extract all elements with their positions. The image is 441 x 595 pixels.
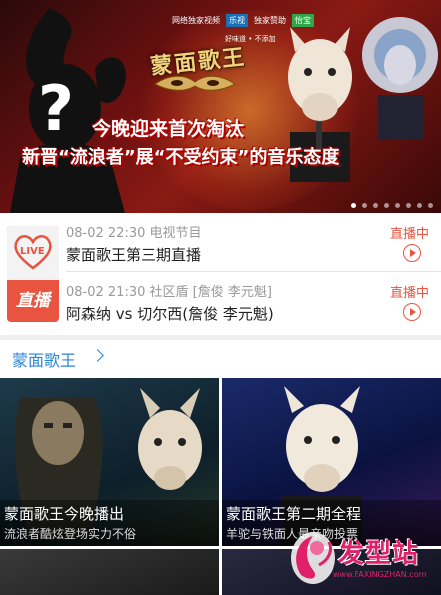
live-item-meta: 08-02 22:30 电视节目 bbox=[66, 226, 202, 241]
live-item-title[interactable]: 阿森纳 vs 切尔西(詹俊 李元魁) bbox=[66, 303, 274, 324]
watermark-text: 发型站 bbox=[338, 539, 420, 569]
partner-logo-1: 乐视 bbox=[226, 14, 248, 27]
live-badge: LIVE 直播 bbox=[7, 226, 59, 322]
live-item-meta: 08-02 21:30 社区盾 [詹俊 李元魁] bbox=[66, 285, 272, 300]
banner-subheadline: 新晋“流浪者”展“不受约束”的音乐态度 bbox=[22, 147, 340, 168]
question-mark: ? bbox=[38, 72, 74, 145]
live-item-title[interactable]: 蒙面歌王第三期直播 bbox=[66, 244, 201, 265]
carousel-dot[interactable] bbox=[428, 203, 433, 208]
watermark-url: www.FAXINGZHAN.com bbox=[333, 570, 427, 579]
banner-headline: 今晚迎来首次淘汰 bbox=[92, 118, 245, 140]
card-subtitle: 流浪者酷炫登场实力不俗 bbox=[4, 527, 137, 541]
carousel-dot[interactable] bbox=[406, 203, 411, 208]
play-icon[interactable] bbox=[403, 303, 421, 321]
carousel-dot[interactable] bbox=[395, 203, 400, 208]
partner-label-1: 网络独家视频 bbox=[172, 16, 220, 25]
live-status: 直播中 bbox=[389, 227, 429, 242]
hero-banner[interactable]: ? 网络独家视频 乐视 独家赞助 怡宝 好味道 • 不添加 蒙面歌王 今晚迎来首… bbox=[0, 0, 441, 213]
section-divider bbox=[0, 335, 441, 340]
silhouette-figure-image bbox=[10, 8, 126, 213]
video-card[interactable]: 蒙面歌王今晚播出 流浪者酷炫登场实力不俗 bbox=[0, 378, 219, 546]
carousel-dot[interactable] bbox=[351, 203, 356, 208]
carousel-dot[interactable] bbox=[362, 203, 367, 208]
live-status: 直播中 bbox=[389, 286, 429, 301]
card-title[interactable]: 蒙面歌王今晚播出 bbox=[4, 503, 124, 524]
section-title[interactable]: 蒙面歌王 bbox=[12, 347, 76, 371]
feathered-mask-singer-image bbox=[362, 17, 438, 140]
live-item[interactable]: 08-02 22:30 电视节目 蒙面歌王第三期直播 直播中 bbox=[66, 213, 441, 269]
live-item[interactable]: 08-02 21:30 社区盾 [詹俊 李元魁] 阿森纳 vs 切尔西(詹俊 李… bbox=[66, 272, 441, 328]
chevron-right-icon[interactable] bbox=[91, 349, 104, 362]
play-icon[interactable] bbox=[403, 244, 421, 262]
live-section: LIVE 直播 08-02 22:30 电视节目 蒙面歌王第三期直播 直播中 0… bbox=[0, 213, 441, 335]
live-badge-text: LIVE bbox=[20, 246, 45, 257]
live-badge-label: 直播 bbox=[16, 291, 50, 311]
carousel-dot[interactable] bbox=[417, 203, 422, 208]
video-card[interactable] bbox=[0, 549, 219, 595]
mask-decoration-icon bbox=[154, 75, 236, 91]
carousel-dot[interactable] bbox=[384, 203, 389, 208]
carousel-indicator[interactable] bbox=[351, 203, 433, 208]
carousel-dot[interactable] bbox=[373, 203, 378, 208]
